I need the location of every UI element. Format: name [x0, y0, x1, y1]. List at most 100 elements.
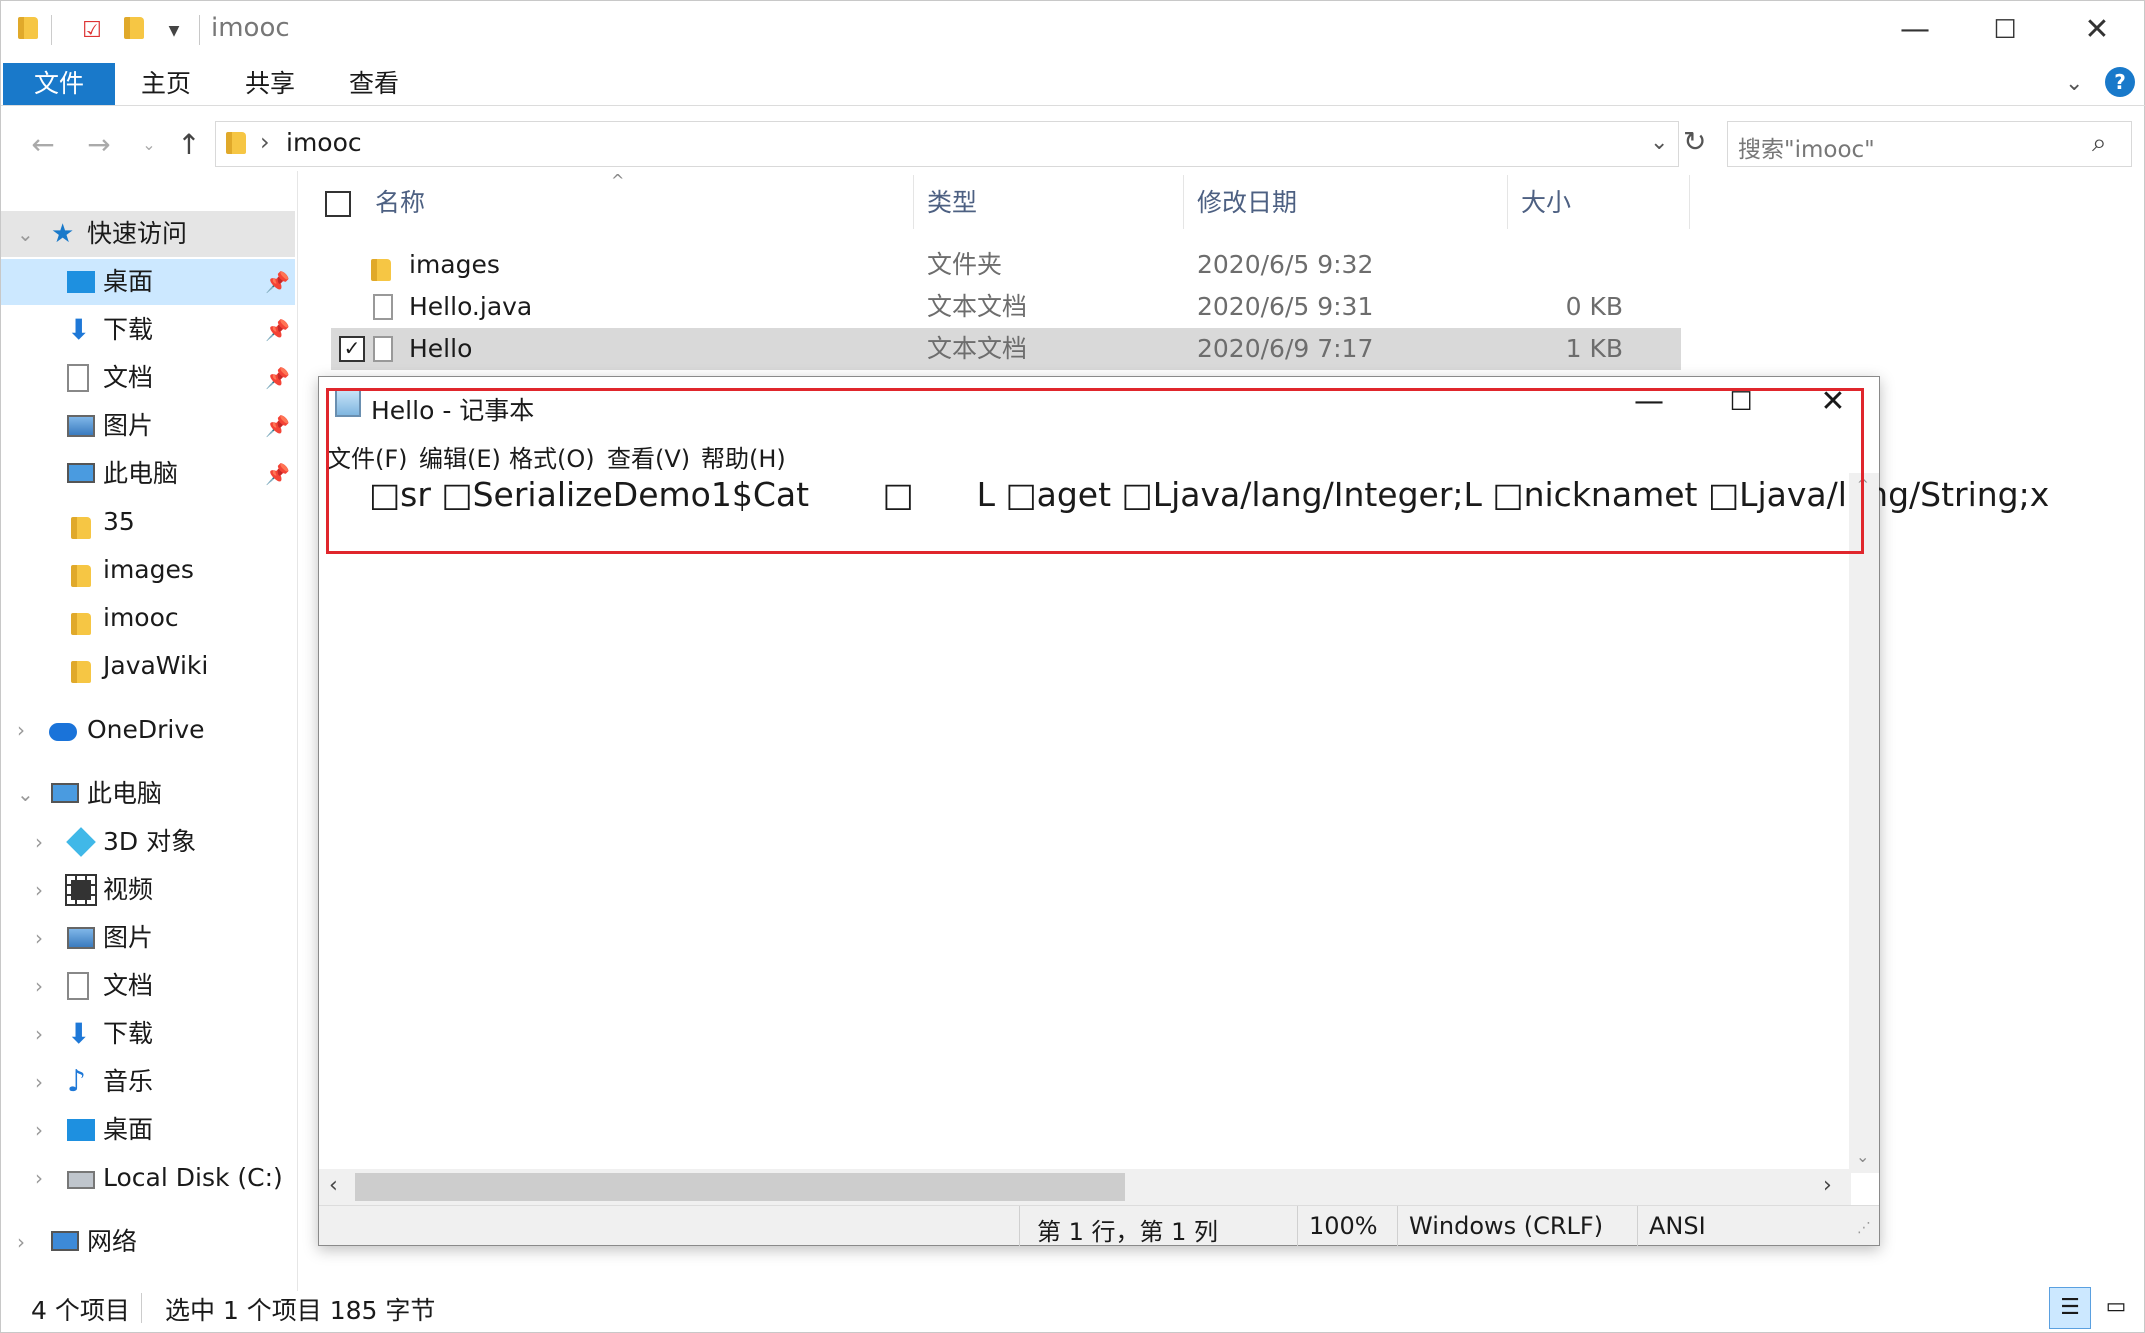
select-all-checkbox[interactable] [325, 191, 351, 217]
sidebar-item-imooc[interactable]: imooc [1, 595, 295, 641]
pictures-icon [67, 927, 95, 949]
scroll-up-icon[interactable]: ^ [1857, 477, 1869, 493]
divider [1019, 1206, 1020, 1246]
pin-icon[interactable]: 📌 [265, 307, 290, 353]
chevron-right-icon[interactable]: › [35, 1107, 43, 1153]
tab-view[interactable]: 查看 [333, 63, 415, 105]
tab-home[interactable]: 主页 [125, 63, 207, 105]
sidebar-item-javawiki[interactable]: JavaWiki [1, 643, 295, 689]
chevron-right-icon[interactable]: › [17, 707, 25, 753]
scroll-right-icon[interactable]: › [1823, 1173, 1832, 1198]
file-type: 文本文档 [927, 292, 1028, 321]
expand-ribbon-icon[interactable]: ⌄ [2065, 71, 2083, 96]
column-header-type[interactable]: 类型 [927, 183, 977, 219]
chevron-down-icon[interactable]: ⌄ [17, 771, 34, 817]
sidebar-item-videos[interactable]: › 视频 [1, 867, 295, 913]
cursor-position: 第 1 行，第 1 列 [1037, 1218, 1219, 1246]
horizontal-scrollbar[interactable]: ‹ › [319, 1169, 1851, 1205]
pin-icon[interactable]: 📌 [265, 403, 290, 449]
chevron-right-icon[interactable]: › [35, 963, 43, 1009]
notepad-text-area[interactable]: □sr □SerializeDemo1$Cat □ L □aget □Ljava… [369, 475, 2049, 514]
chevron-right-icon[interactable]: › [35, 915, 43, 961]
back-button[interactable]: ← [23, 127, 63, 163]
file-row[interactable]: images 文件夹 2020/6/5 9:32 [331, 244, 1681, 286]
pin-icon[interactable]: 📌 [265, 355, 290, 401]
chevron-right-icon[interactable]: › [35, 867, 43, 913]
sidebar-item-desktop[interactable]: 桌面 📌 [1, 259, 295, 305]
divider [297, 171, 298, 1291]
tab-share[interactable]: 共享 [229, 63, 311, 105]
sidebar-item-images[interactable]: images [1, 547, 295, 593]
row-checkbox[interactable]: ✓ [339, 336, 365, 362]
sidebar-item-3d-objects[interactable]: › 3D 对象 [1, 819, 295, 865]
properties-icon[interactable]: ☑ [79, 17, 105, 45]
menu-format[interactable]: 格式(O) [509, 439, 595, 474]
chevron-right-icon[interactable]: › [17, 1219, 25, 1265]
minimize-button[interactable]: — [1867, 1, 1963, 59]
menu-view[interactable]: 查看(V) [607, 439, 690, 474]
close-button[interactable]: ✕ [2049, 1, 2145, 59]
sidebar-item-desktop-pc[interactable]: › 桌面 [1, 1107, 295, 1153]
scroll-left-icon[interactable]: ‹ [329, 1173, 338, 1198]
sidebar-item-35[interactable]: 35 [1, 499, 295, 545]
menu-edit[interactable]: 编辑(E) [419, 439, 501, 474]
sidebar-item-documents-pc[interactable]: › 文档 [1, 963, 295, 1009]
sidebar-network[interactable]: › 网络 [1, 1219, 295, 1265]
scroll-down-icon[interactable]: ⌄ [1856, 1147, 1869, 1166]
sidebar-item-local-disk[interactable]: › Local Disk (C:) [1, 1155, 295, 1201]
notepad-close-button[interactable]: ✕ [1787, 377, 1879, 427]
chevron-right-icon[interactable]: › [35, 1155, 43, 1201]
divider [1183, 175, 1184, 229]
chevron-right-icon[interactable]: › [35, 819, 43, 865]
maximize-button[interactable]: ☐ [1957, 1, 2053, 59]
column-header-size[interactable]: 大小 [1521, 183, 1571, 219]
sidebar-item-documents[interactable]: 文档 📌 [1, 355, 295, 401]
menu-help[interactable]: 帮助(H) [701, 439, 786, 474]
sidebar-item-downloads-pc[interactable]: › ⬇ 下载 [1, 1011, 295, 1057]
sidebar-item-downloads[interactable]: ⬇ 下载 📌 [1, 307, 295, 353]
tab-file[interactable]: 文件 [3, 63, 115, 105]
refresh-icon[interactable]: ↻ [1683, 125, 1706, 158]
chevron-right-icon[interactable]: › [35, 1059, 43, 1105]
menu-file[interactable]: 文件(F) [327, 439, 408, 474]
divider [913, 175, 914, 229]
address-dropdown-icon[interactable]: ⌄ [1650, 130, 1668, 155]
new-folder-icon[interactable] [121, 17, 147, 45]
sidebar-item-pictures[interactable]: 图片 📌 [1, 403, 295, 449]
sidebar-this-pc[interactable]: ⌄ 此电脑 [1, 771, 295, 817]
search-input[interactable]: 搜索"imooc" [1738, 130, 1875, 164]
chevron-down-icon[interactable]: ⌄ [17, 211, 34, 257]
address-bar[interactable]: › imooc ⌄ [215, 121, 1679, 167]
recent-locations-icon[interactable]: ⌄ [129, 127, 169, 163]
file-row[interactable]: Hello.java 文本文档 2020/6/5 9:31 0 KB [331, 286, 1681, 328]
column-header-name[interactable]: 名称 [375, 183, 425, 219]
customize-toolbar-icon[interactable]: ▼ [161, 17, 187, 45]
sidebar-quick-access[interactable]: ⌄ ★ 快速访问 [1, 211, 295, 257]
sidebar-item-label: images [103, 555, 194, 584]
sidebar-onedrive[interactable]: › OneDrive [1, 707, 295, 753]
chevron-right-icon[interactable]: › [35, 1011, 43, 1057]
encoding: ANSI [1649, 1212, 1706, 1240]
help-button[interactable]: ? [2105, 67, 2135, 97]
notepad-maximize-button[interactable]: ☐ [1695, 377, 1787, 427]
pin-icon[interactable]: 📌 [265, 259, 290, 305]
large-icons-view-icon[interactable]: ▭ [2095, 1287, 2137, 1329]
forward-button[interactable]: → [79, 127, 119, 163]
up-button[interactable]: ↑ [169, 127, 209, 163]
scrollbar-thumb[interactable] [355, 1173, 1125, 1201]
pin-icon[interactable]: 📌 [265, 451, 290, 497]
vertical-scrollbar[interactable]: ^ ⌄ [1849, 473, 1879, 1173]
resize-grip-icon[interactable]: ⋰ [1857, 1220, 1871, 1236]
search-box[interactable]: 搜索"imooc" ⌕ [1727, 121, 2132, 167]
sidebar-item-label: 此电脑 [87, 779, 163, 808]
file-row-selected[interactable]: ✓ Hello 文本文档 2020/6/9 7:17 1 KB [331, 328, 1681, 370]
window-title: imooc [211, 13, 290, 43]
sidebar-item-pictures-pc[interactable]: › 图片 [1, 915, 295, 961]
breadcrumb-imooc[interactable]: imooc [286, 128, 362, 157]
column-header-date[interactable]: 修改日期 [1197, 183, 1297, 219]
notepad-window: Hello - 记事本 — ☐ ✕ 文件(F) 编辑(E) 格式(O) 查看(V… [318, 376, 2049, 1246]
details-view-icon[interactable]: ☰ [2049, 1287, 2091, 1329]
sidebar-item-music[interactable]: › ♪ 音乐 [1, 1059, 295, 1105]
sidebar-item-this-pc[interactable]: 此电脑 📌 [1, 451, 295, 497]
notepad-minimize-button[interactable]: — [1603, 377, 1695, 427]
